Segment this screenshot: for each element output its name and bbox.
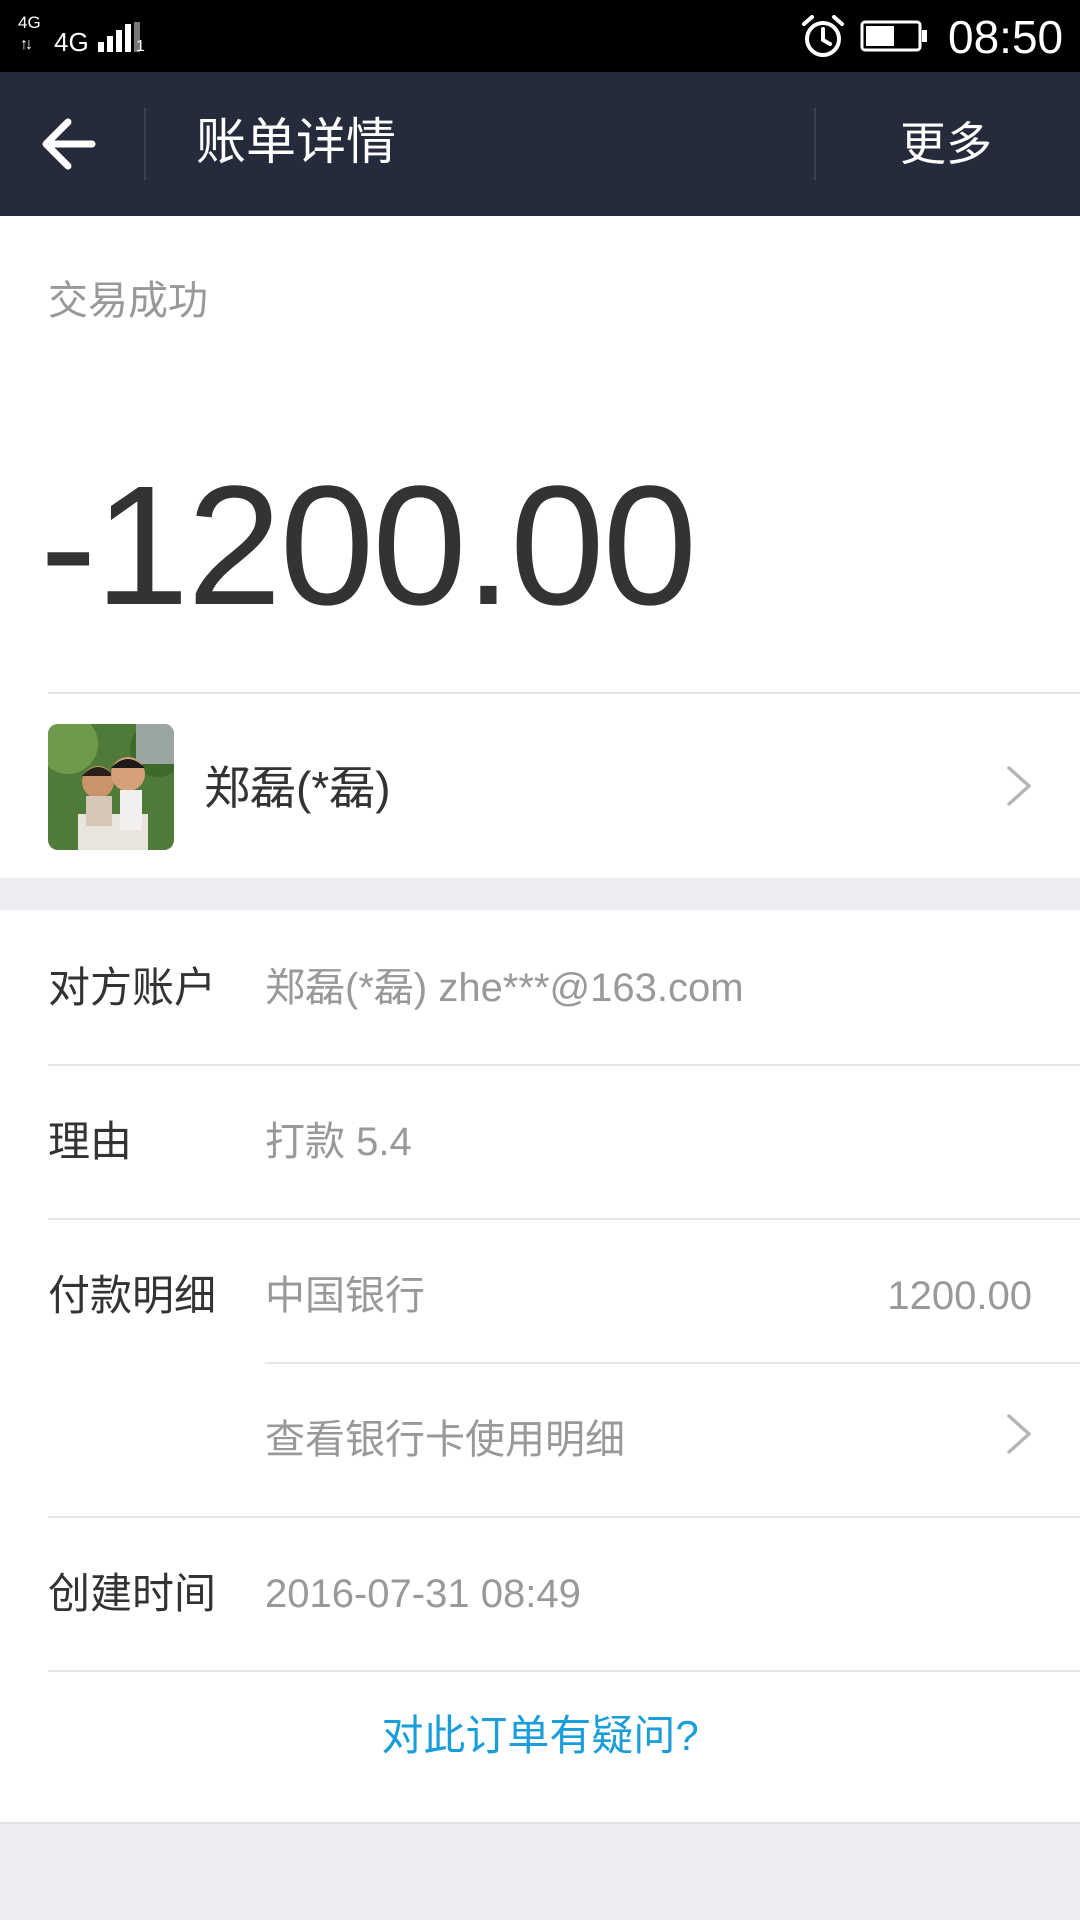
- network-type: 4G: [54, 27, 89, 57]
- divider: [0, 1822, 1080, 1824]
- chevron-right-icon: [1007, 766, 1031, 806]
- payee-row[interactable]: 郑磊(*磊): [0, 694, 1080, 878]
- data-arrows-icon: ↑↓: [20, 36, 33, 53]
- payment-label: 付款明细: [48, 1272, 217, 1319]
- chevron-right-icon: [1007, 1414, 1031, 1454]
- app-header: 账单详情 更多: [0, 72, 1080, 216]
- divider: [48, 1670, 1080, 1672]
- battery-icon: [860, 20, 927, 52]
- bank-card-detail-link: 查看银行卡使用明细: [265, 1418, 625, 1462]
- page-title: 账单详情: [196, 114, 396, 170]
- reason-value: 打款 5.4: [265, 1120, 412, 1164]
- avatar: [48, 724, 174, 850]
- header-divider: [144, 108, 146, 180]
- status-bar: 4G ↑↓ 4G 1 08:50: [0, 0, 1080, 72]
- created-time-label: 创建时间: [48, 1570, 217, 1617]
- created-time-value: 2016-07-31 08:49: [265, 1572, 581, 1616]
- transaction-amount: -1200.00: [40, 451, 697, 641]
- payment-bank: 中国银行: [265, 1274, 425, 1318]
- header-divider: [814, 108, 816, 180]
- payee-name: 郑磊(*磊): [204, 762, 391, 814]
- transaction-summary: 交易成功 -1200.00 郑磊(*磊): [0, 216, 1080, 878]
- payment-amount: 1200.00: [887, 1274, 1032, 1318]
- divider: [48, 1516, 1080, 1518]
- order-question-link[interactable]: 对此订单有疑问?: [0, 1710, 1080, 1762]
- signal-icon: 4G ↑↓ 4G 1: [18, 14, 148, 58]
- back-arrow-icon[interactable]: [34, 112, 104, 176]
- account-value: 郑磊(*磊) zhe***@163.com: [265, 966, 744, 1010]
- bank-card-detail-row[interactable]: 查看银行卡使用明细: [265, 1364, 1080, 1500]
- sim-slot-label: 1: [136, 38, 145, 55]
- reason-label: 理由: [48, 1118, 133, 1165]
- network-type-small: 4G: [18, 13, 41, 32]
- more-button[interactable]: 更多: [900, 112, 992, 176]
- transaction-details: 对方账户 郑磊(*磊) zhe***@163.com 理由 打款 5.4 付款明…: [0, 910, 1080, 1824]
- divider: [48, 1218, 1080, 1220]
- divider: [48, 1064, 1080, 1066]
- clock-time: 08:50: [948, 11, 1064, 63]
- signal-bars-icon: [98, 22, 140, 52]
- account-label: 对方账户: [48, 964, 217, 1011]
- alarm-icon: [802, 15, 844, 57]
- transaction-status: 交易成功: [48, 279, 208, 323]
